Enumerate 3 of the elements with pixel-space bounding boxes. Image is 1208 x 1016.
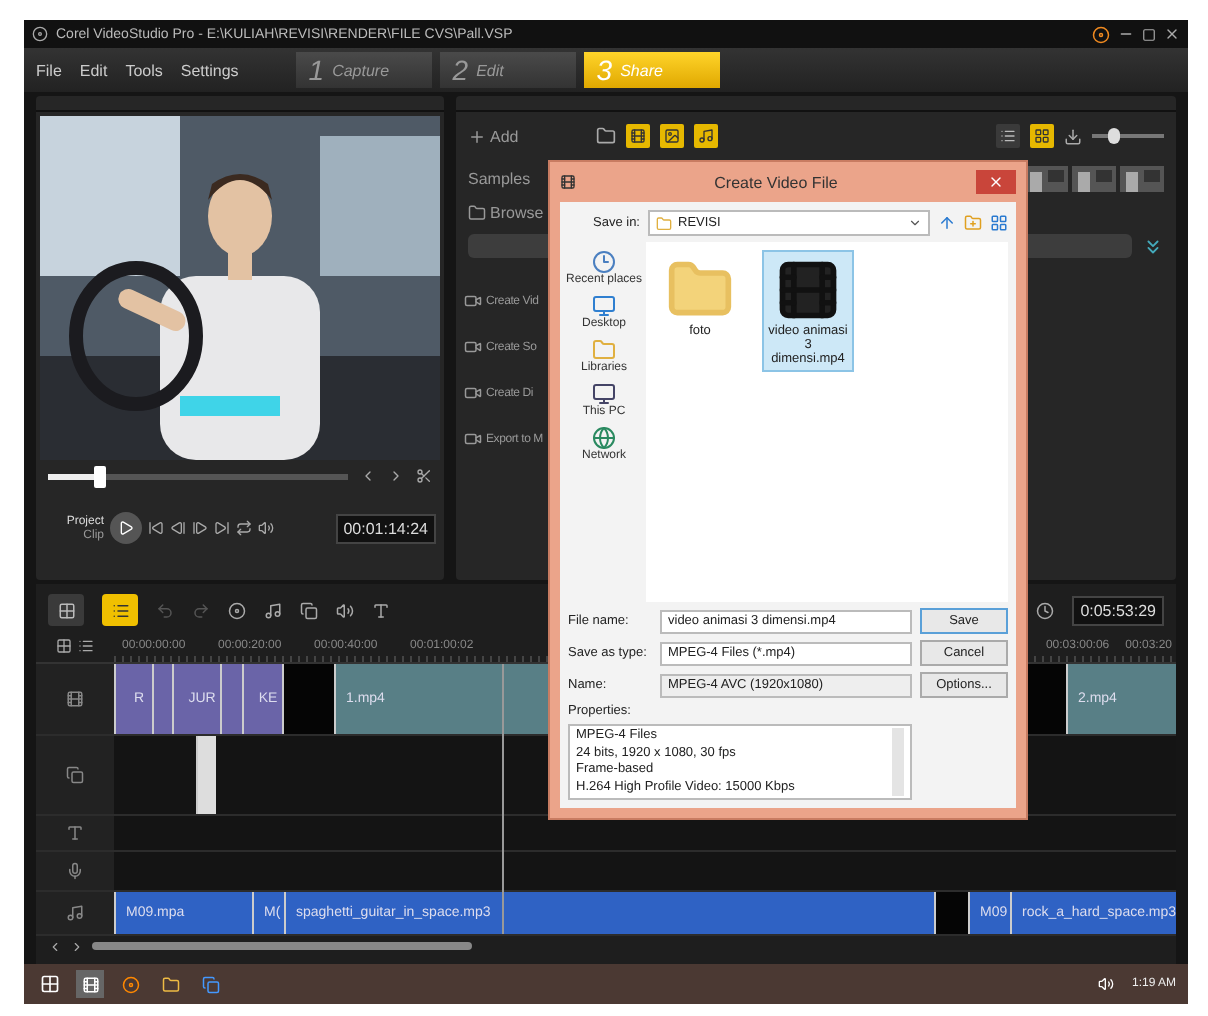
project-duration: 0:05:53:29 <box>1072 595 1164 625</box>
dialog-title: Create Video File <box>712 173 840 191</box>
samples-label: Samples <box>468 170 531 188</box>
